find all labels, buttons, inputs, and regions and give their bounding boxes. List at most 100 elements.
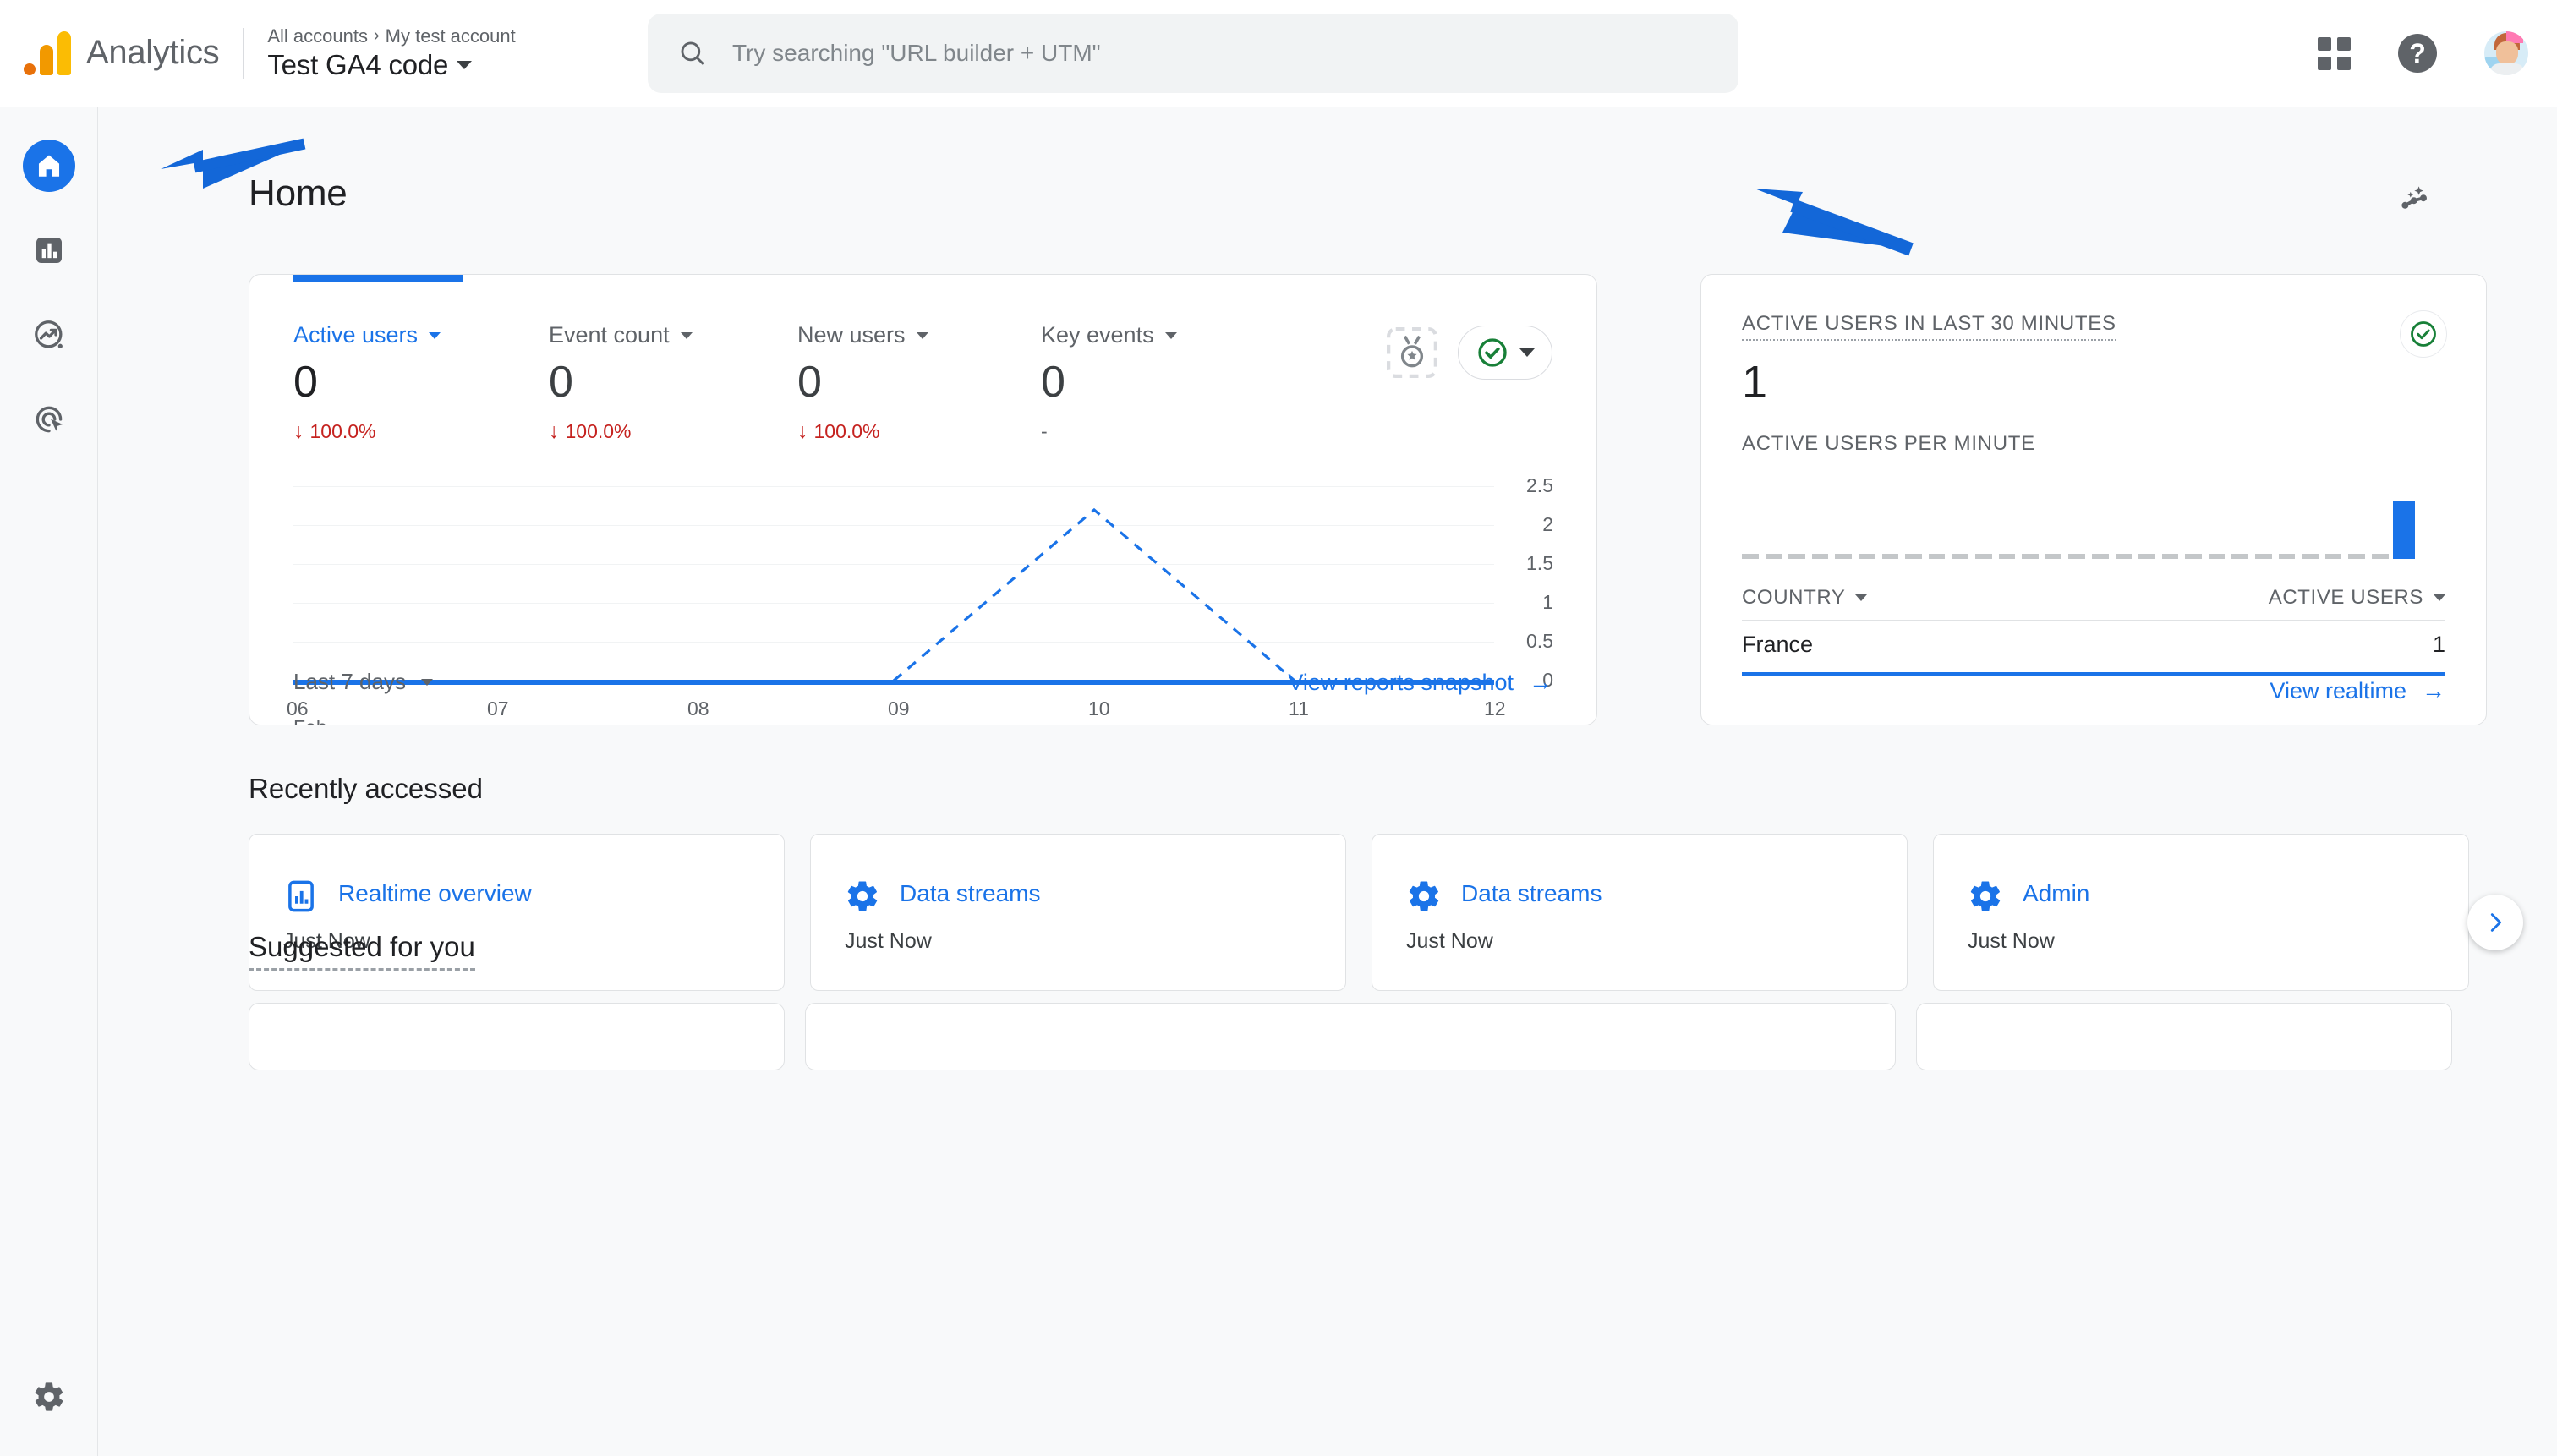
status-badge[interactable] (1458, 326, 1552, 380)
list-item[interactable]: Data streams Just Now (1372, 834, 1908, 991)
search-input[interactable]: Try searching "URL builder + UTM" (732, 40, 1101, 67)
metric-value: 0 (549, 358, 573, 407)
breadcrumb-all-accounts[interactable]: All accounts (267, 25, 368, 47)
google-analytics-logo-icon (24, 30, 71, 75)
metric-value: 0 (1041, 358, 1065, 407)
list-item-label: Data streams (1461, 880, 1602, 906)
view-realtime-link[interactable]: View realtime → (2270, 677, 2445, 704)
chevron-down-icon (1519, 348, 1535, 357)
date-range-label: Last 7 days (293, 669, 406, 694)
recently-accessed-list: Realtime overview Just Now Data streams … (249, 834, 2532, 991)
chevron-down-icon (2434, 594, 2445, 601)
sparkline-active-bar (2393, 501, 2415, 559)
search-icon (681, 41, 704, 65)
realtime-status-badge[interactable] (2400, 310, 2447, 358)
list-item-timestamp: Just Now (845, 929, 932, 953)
metric-column-key-events: Key events 0 - (1041, 322, 1295, 443)
realtime-card: ACTIVE USERS IN LAST 30 MINUTES 1 ACTIVE… (1700, 274, 2487, 725)
breadcrumb-account-name[interactable]: My test account (386, 25, 516, 47)
cell-active-users: 1 (2432, 632, 2445, 657)
medal-badge-icon[interactable] (1387, 327, 1437, 378)
green-check-icon (1478, 338, 1507, 367)
list-item[interactable]: Admin Just Now (1933, 834, 2469, 991)
list-item-timestamp: Just Now (1968, 929, 2055, 953)
realtime-subtitle: ACTIVE USERS PER MINUTE (1742, 432, 2035, 455)
recently-accessed-title: Recently accessed (249, 773, 483, 804)
insights-icon-glyph (2401, 186, 2427, 209)
cell-country: France (1742, 632, 1814, 657)
account-selector[interactable]: All accounts › My test account Test GA4 … (267, 25, 515, 81)
metric-column-active-users: Active users 0 ↓ 100.0% (293, 322, 549, 443)
metric-value: 0 (293, 358, 318, 407)
metric-delta-value: - (1041, 420, 1048, 443)
insights-sparkle-icon[interactable] (2381, 164, 2449, 232)
sidebar-item-home[interactable] (0, 123, 98, 208)
date-range-selector[interactable]: Last 7 days (293, 669, 433, 695)
arrow-right-icon: → (2422, 677, 2445, 703)
property-selector[interactable]: Test GA4 code (267, 49, 515, 81)
active-users-per-minute-sparkline (1742, 469, 2445, 559)
global-search-bar[interactable]: Try searching "URL builder + UTM" (648, 14, 1738, 93)
gear-icon (1968, 879, 2003, 914)
chevron-down-icon (1855, 594, 1868, 601)
explore-trending-icon (35, 320, 63, 348)
suggested-for-you-title: Suggested for you (249, 931, 475, 971)
brand-name: Analytics (86, 34, 220, 71)
help-icon[interactable]: ? (2398, 34, 2437, 73)
green-check-icon (2411, 321, 2436, 347)
suggested-card[interactable] (805, 1003, 1896, 1070)
chevron-down-icon (429, 331, 441, 339)
column-header-label: COUNTRY (1742, 586, 1846, 609)
carousel-next-button[interactable] (2467, 895, 2523, 950)
sidebar-item-advertising[interactable] (0, 377, 98, 462)
list-item-timestamp: Just Now (1406, 929, 1493, 953)
metric-delta-value: 100.0% (813, 420, 880, 443)
metric-selector-event-count[interactable]: Event count (549, 322, 797, 348)
metric-label: Event count (549, 322, 670, 348)
active-tab-indicator (293, 275, 463, 282)
view-reports-snapshot-link[interactable]: View reports snapshot → (1288, 669, 1552, 696)
property-name: Test GA4 code (267, 48, 449, 80)
arrow-down-icon: ↓ (797, 419, 808, 444)
gear-icon (845, 879, 880, 914)
home-icon (38, 155, 60, 177)
link-label: View reports snapshot (1288, 669, 1514, 695)
row-value-bar (1742, 672, 2445, 676)
sidebar-item-admin[interactable] (0, 1380, 98, 1414)
suggested-card[interactable] (249, 1003, 785, 1070)
list-item-label: Data streams (900, 880, 1041, 906)
header-actions: ? (2318, 0, 2528, 107)
metric-label: Active users (293, 322, 419, 348)
apps-grid-icon[interactable] (2318, 36, 2351, 70)
list-item[interactable]: Data streams Just Now (810, 834, 1346, 991)
metric-delta: ↓ 100.0% (797, 420, 1041, 443)
metric-label: New users (797, 322, 906, 348)
realtime-title: ACTIVE USERS IN LAST 30 MINUTES (1742, 312, 2116, 341)
breadcrumb-separator: › (373, 26, 380, 45)
top-app-bar: Analytics All accounts › My test account… (0, 0, 2557, 107)
bar-chart-icon (36, 238, 62, 263)
metric-selector-active-users[interactable]: Active users (293, 322, 549, 348)
column-header-active-users[interactable]: ACTIVE USERS (2269, 586, 2445, 610)
home-active-indicator (23, 140, 75, 192)
y-tick-label: 0.5 (1526, 630, 1553, 652)
breadcrumb: All accounts › My test account (267, 25, 515, 47)
realtime-active-users-value: 1 (1742, 357, 1768, 408)
metric-selector-new-users[interactable]: New users (797, 322, 1041, 348)
metric-column-new-users: New users 0 ↓ 100.0% (797, 322, 1041, 443)
suggested-card[interactable] (1916, 1003, 2452, 1070)
arrow-right-icon: → (1529, 669, 1552, 695)
sidebar-item-reports[interactable] (0, 208, 98, 293)
sidebar-item-explore[interactable] (0, 293, 98, 377)
main-content-area: Home Active users 0 ↓ 100.0% Event count… (98, 107, 2557, 1456)
avatar[interactable] (2484, 31, 2528, 75)
analytics-logo-group[interactable]: Analytics (0, 30, 220, 75)
chevron-right-icon (2490, 913, 2501, 932)
list-item-label: Admin (2023, 880, 2090, 906)
list-item-label: Realtime overview (338, 880, 532, 906)
column-header-country[interactable]: COUNTRY (1742, 586, 1868, 610)
chevron-down-icon (1164, 331, 1177, 339)
chevron-down-icon (457, 60, 473, 69)
metric-selector-key-events[interactable]: Key events (1041, 322, 1295, 348)
column-header-label: ACTIVE USERS (2268, 586, 2423, 609)
